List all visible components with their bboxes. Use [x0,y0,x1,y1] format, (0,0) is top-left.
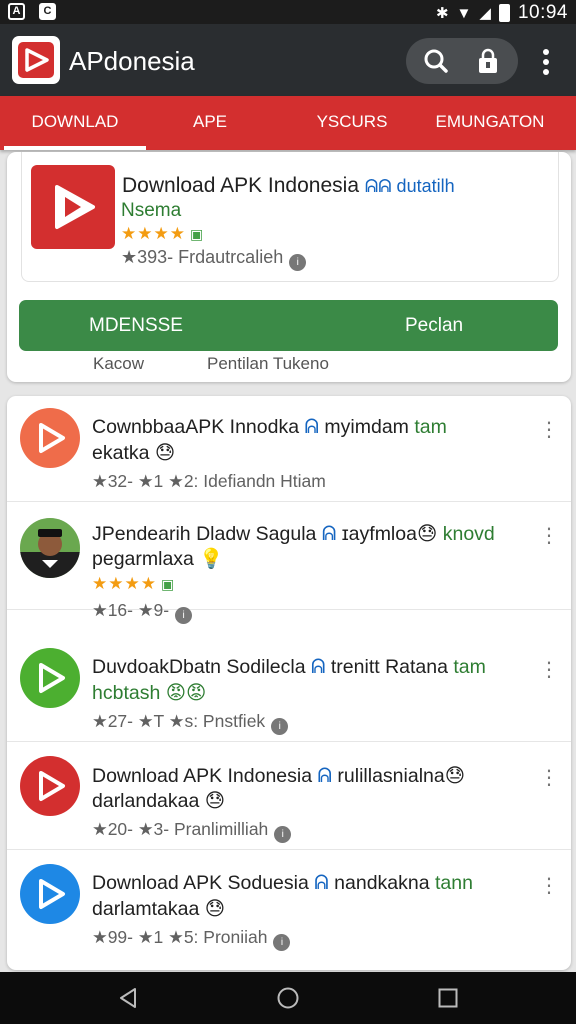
app-title: Download APK Indonesia ᕱ rulillasnialna😓 [92,765,466,787]
list-item[interactable]: DuvdoakDbatn Sodilecla ᕱ trenitt Ratana … [7,636,571,742]
app-list: CownbbaaAPK Innodka ᕱ myimdam tam ekatka… [7,396,571,970]
featured-card: Download APK Indonesia ᕱᕱ dutatilh Nsema… [7,152,571,382]
app-title: Download APK Soduesia ᕱ nandkakna tann [92,872,473,894]
app-meta: ★20- ★3- Pranlimilliah i [92,819,292,843]
list-item[interactable]: JPendearih Dladw Sagula ᕱ ɪayfmloa😓 knov… [7,502,571,624]
app-icon [20,408,80,468]
battery-icon [498,4,510,22]
more-vert-icon[interactable]: ⋮ [539,766,559,790]
app-title: CownbbaaAPK Innodka ᕱ myimdam tam [92,416,447,438]
lock-icon[interactable] [470,47,506,75]
notification-icon-2: C [39,3,56,20]
avatar [20,518,80,578]
app-subtitle: ekatka 😓 [92,442,176,464]
signal-icon: ◢ [479,5,491,22]
info-icon: i [271,718,289,735]
more-vert-icon[interactable]: ⋮ [539,658,559,682]
bluetooth-icon: ✱ [435,5,449,22]
app-subtitle: pegarmlaxa 💡 [92,548,224,570]
home-icon[interactable] [276,986,300,1010]
notification-icon: A [8,3,25,20]
navigation-bar [0,972,576,1024]
app-title: APdonesia [69,46,195,76]
featured-rating: ★★★★ ▣ [121,224,205,243]
tab-emungaton[interactable]: EMUNGATON [420,96,560,150]
more-vert-icon[interactable]: ⋮ [539,524,559,548]
install-button-left-label: MDENSSE [89,315,183,336]
back-icon[interactable] [116,986,140,1010]
install-button-right-label: Peclan [405,315,464,336]
app-meta: ★27- ★T ★s: Pnstfiek i [92,711,289,735]
info-icon: i [273,934,291,951]
app-subtitle: hcbtash 😡😡 [92,682,207,704]
list-item[interactable]: CownbbaaAPK Innodka ᕱ myimdam tam ekatka… [7,396,571,502]
list-item[interactable]: Download APK Indonesia ᕱ rulillasnialna😓… [7,744,571,850]
list-item[interactable]: Download APK Soduesia ᕱ nandkakna tann d… [7,852,571,958]
search-icon[interactable] [418,47,454,75]
verified-icon: ▣ [189,226,205,242]
featured-title-suffix: ᕱᕱ dutatilh [364,176,455,196]
app-icon [20,648,80,708]
featured-app[interactable]: Download APK Indonesia ᕱᕱ dutatilh Nsema… [21,152,559,282]
tab-bar: DOWNLAD APE YSCURS EMUNGATON [0,96,576,150]
featured-title: Download APK Indonesia ᕱᕱ dutatilh [122,174,455,197]
tab-yscurs[interactable]: YSCURS [282,96,422,150]
tab-download[interactable]: DOWNLAD [4,96,146,150]
app-meta: ★16- ★9- i [92,600,193,624]
featured-sub-left[interactable]: Kacow [93,354,144,374]
more-vert-icon[interactable]: ⋮ [539,418,559,442]
more-vert-icon[interactable]: ⋮ [539,874,559,898]
featured-subtitle: Nsema [121,200,182,221]
featured-meta: ★393- Frdautrcalieh i [121,247,307,271]
featured-app-icon [31,165,115,249]
app-title: DuvdoakDbatn Sodilecla ᕱ trenitt Ratana … [92,656,486,678]
tab-ape[interactable]: APE [150,96,270,150]
install-button[interactable]: MDENSSE Peclan [19,300,558,351]
app-subtitle: darlamtakaa 😓 [92,898,226,920]
info-icon: i [175,607,193,624]
app-logo [12,36,60,84]
app-icon [20,864,80,924]
more-vert-icon[interactable] [532,44,560,80]
info-icon: i [274,826,292,843]
app-rating: ★★★★ ▣ [92,574,176,593]
app-meta: ★99- ★1 ★5: Proniiah i [92,927,291,951]
app-meta: ★32- ★1 ★2: Idefiandn Htiam [92,471,326,491]
clock: 10:94 [517,2,568,23]
featured-sub-right[interactable]: Pentilan Tukeno [207,354,329,374]
app-title: JPendearih Dladw Sagula ᕱ ɪayfmloa😓 knov… [92,523,495,545]
app-subtitle: darlandakaa 😓 [92,790,226,812]
status-bar: A C ✱ ▼ ◢ 10:94 [0,0,576,24]
app-icon [20,756,80,816]
tab-indicator [4,146,146,150]
app-bar: APdonesia [0,24,576,96]
recents-icon[interactable] [436,986,460,1010]
info-icon: i [289,254,307,271]
verified-icon: ▣ [160,576,176,592]
wifi-icon: ▼ [456,4,472,22]
